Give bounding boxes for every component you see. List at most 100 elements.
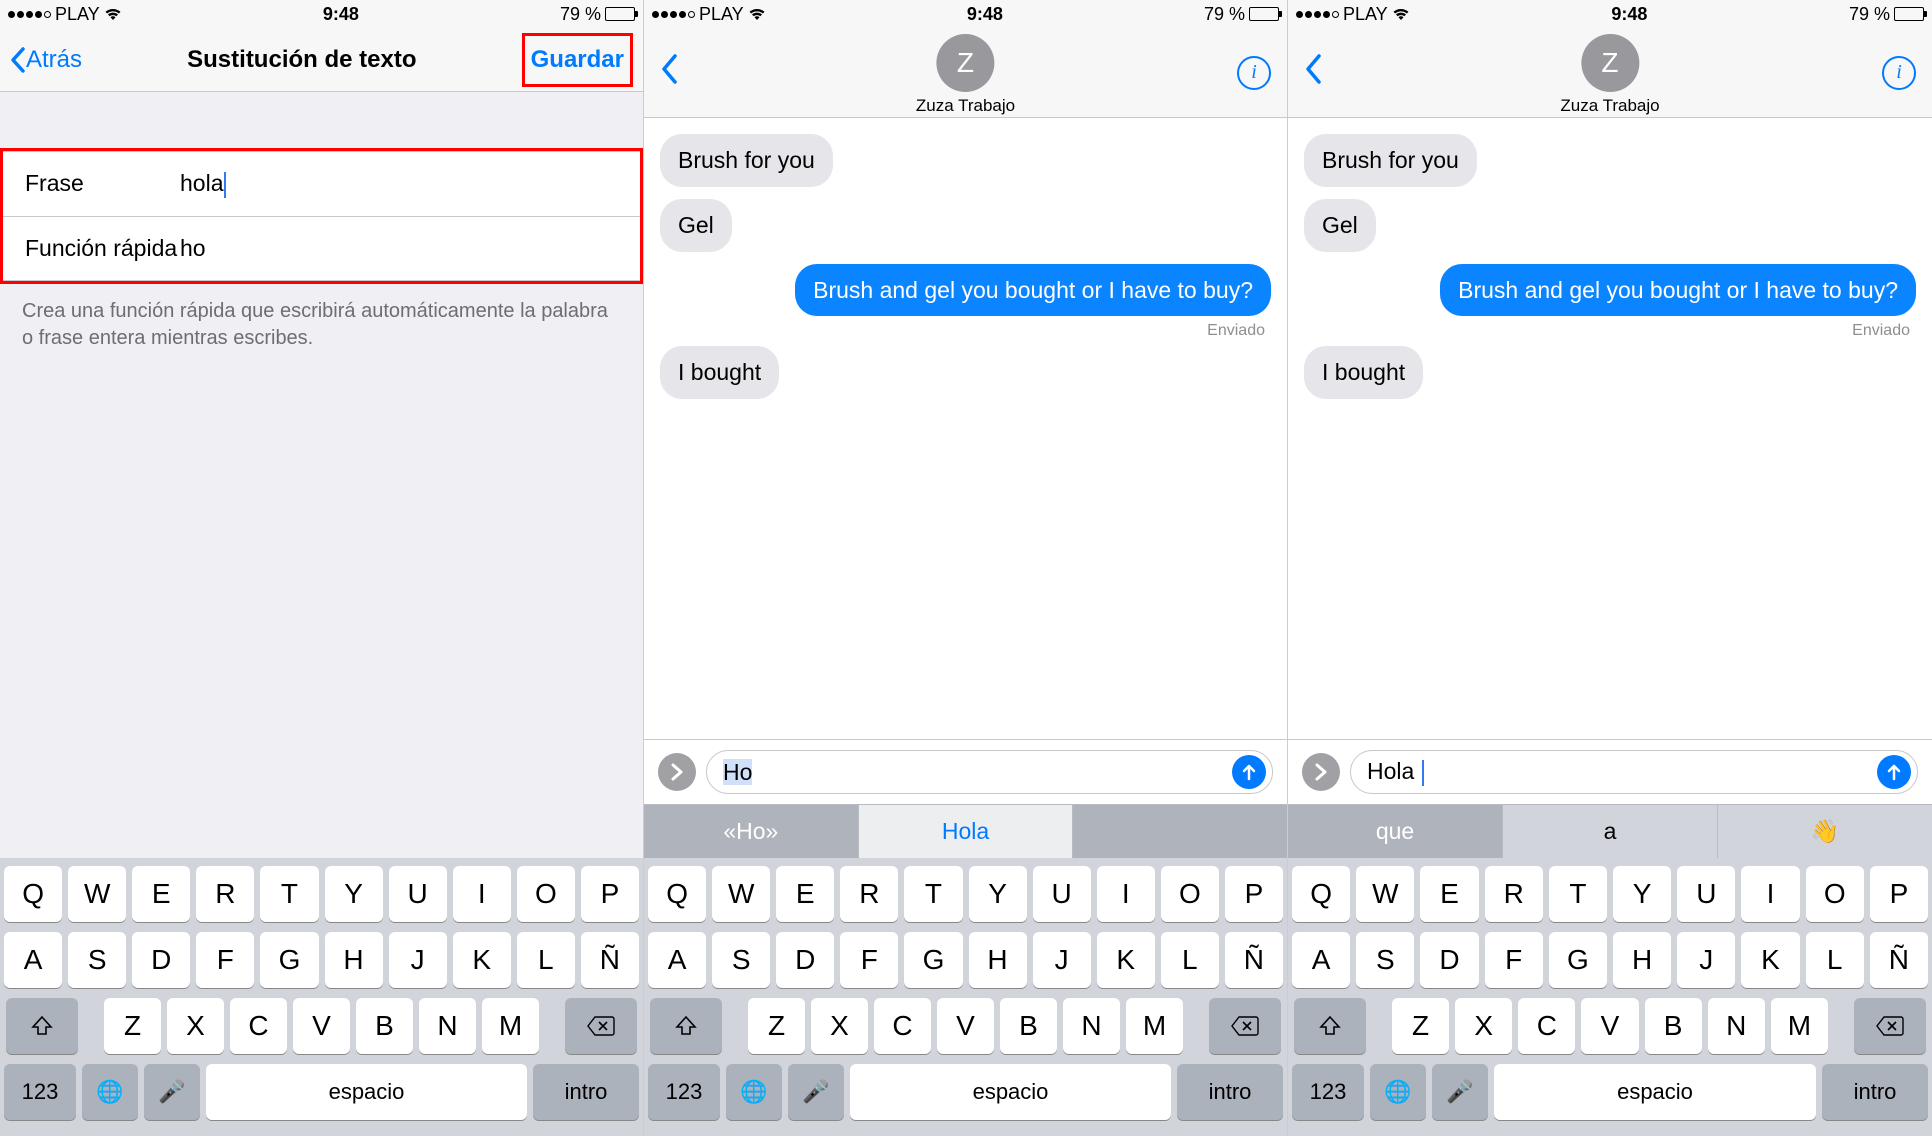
key-b[interactable]: B bbox=[356, 998, 413, 1054]
enter-key[interactable]: intro bbox=[533, 1064, 639, 1120]
key-v[interactable]: V bbox=[937, 998, 994, 1054]
message-out[interactable]: Brush and gel you bought or I have to bu… bbox=[1440, 264, 1916, 317]
key-g[interactable]: G bbox=[1549, 932, 1607, 988]
numbers-key[interactable]: 123 bbox=[648, 1064, 720, 1120]
key-r[interactable]: R bbox=[1485, 866, 1543, 922]
key-b[interactable]: B bbox=[1000, 998, 1057, 1054]
globe-key[interactable]: 🌐 bbox=[1370, 1064, 1426, 1120]
message-out[interactable]: Brush and gel you bought or I have to bu… bbox=[795, 264, 1271, 317]
key-c[interactable]: C bbox=[874, 998, 931, 1054]
key-z[interactable]: Z bbox=[1392, 998, 1449, 1054]
message-input[interactable]: Hola bbox=[1350, 750, 1918, 794]
key-h[interactable]: H bbox=[969, 932, 1027, 988]
space-key[interactable]: espacio bbox=[1494, 1064, 1816, 1120]
key-l[interactable]: L bbox=[517, 932, 575, 988]
key-w[interactable]: W bbox=[712, 866, 770, 922]
expand-button[interactable] bbox=[658, 753, 696, 791]
key-c[interactable]: C bbox=[230, 998, 287, 1054]
backspace-key[interactable] bbox=[1209, 998, 1281, 1054]
key-y[interactable]: Y bbox=[969, 866, 1027, 922]
key-o[interactable]: O bbox=[517, 866, 575, 922]
key-d[interactable]: D bbox=[1420, 932, 1478, 988]
message-in[interactable]: I bought bbox=[1304, 346, 1423, 399]
key-a[interactable]: A bbox=[1292, 932, 1350, 988]
save-button[interactable]: Guardar bbox=[531, 46, 624, 73]
key-n[interactable]: N bbox=[419, 998, 476, 1054]
key-x[interactable]: X bbox=[1455, 998, 1512, 1054]
key-b[interactable]: B bbox=[1645, 998, 1702, 1054]
message-in[interactable]: Brush for you bbox=[1304, 134, 1477, 187]
key-i[interactable]: I bbox=[1741, 866, 1799, 922]
key-r[interactable]: R bbox=[840, 866, 898, 922]
key-j[interactable]: J bbox=[1677, 932, 1735, 988]
suggestion-3[interactable]: 👋 bbox=[1718, 805, 1932, 858]
mic-key[interactable]: 🎤 bbox=[1432, 1064, 1488, 1120]
key-q[interactable]: Q bbox=[1292, 866, 1350, 922]
key-h[interactable]: H bbox=[1613, 932, 1671, 988]
info-button[interactable]: i bbox=[1882, 56, 1916, 90]
info-button[interactable]: i bbox=[1237, 56, 1271, 90]
key-n[interactable]: N bbox=[1063, 998, 1120, 1054]
contact-header[interactable]: Z Zuza Trabajo bbox=[916, 34, 1015, 116]
key-m[interactable]: M bbox=[482, 998, 539, 1054]
key-z[interactable]: Z bbox=[104, 998, 161, 1054]
key-l[interactable]: L bbox=[1806, 932, 1864, 988]
key-y[interactable]: Y bbox=[325, 866, 383, 922]
key-a[interactable]: A bbox=[4, 932, 62, 988]
phrase-row[interactable]: Frase hola bbox=[3, 151, 640, 217]
backspace-key[interactable] bbox=[1854, 998, 1926, 1054]
send-button[interactable] bbox=[1877, 755, 1911, 789]
mic-key[interactable]: 🎤 bbox=[788, 1064, 844, 1120]
back-button[interactable]: Atrás bbox=[10, 46, 82, 74]
key-n[interactable]: N bbox=[1708, 998, 1765, 1054]
suggestion-1[interactable]: «Ho» bbox=[644, 805, 859, 858]
key-r[interactable]: R bbox=[196, 866, 254, 922]
suggestion-2[interactable]: Hola bbox=[859, 805, 1074, 858]
key-p[interactable]: P bbox=[581, 866, 639, 922]
key-t[interactable]: T bbox=[260, 866, 318, 922]
key-a[interactable]: A bbox=[648, 932, 706, 988]
key-k[interactable]: K bbox=[1741, 932, 1799, 988]
numbers-key[interactable]: 123 bbox=[4, 1064, 76, 1120]
key-j[interactable]: J bbox=[1033, 932, 1091, 988]
key-x[interactable]: X bbox=[811, 998, 868, 1054]
key-s[interactable]: S bbox=[1356, 932, 1414, 988]
shortcut-row[interactable]: Función rápida ho bbox=[3, 217, 640, 281]
key-ñ[interactable]: Ñ bbox=[581, 932, 639, 988]
suggestion-2[interactable]: a bbox=[1503, 805, 1718, 858]
key-y[interactable]: Y bbox=[1613, 866, 1671, 922]
key-l[interactable]: L bbox=[1161, 932, 1219, 988]
key-e[interactable]: E bbox=[776, 866, 834, 922]
key-f[interactable]: F bbox=[1485, 932, 1543, 988]
space-key[interactable]: espacio bbox=[850, 1064, 1171, 1120]
key-f[interactable]: F bbox=[196, 932, 254, 988]
key-h[interactable]: H bbox=[325, 932, 383, 988]
key-ñ[interactable]: Ñ bbox=[1870, 932, 1928, 988]
key-m[interactable]: M bbox=[1126, 998, 1183, 1054]
key-f[interactable]: F bbox=[840, 932, 898, 988]
message-in[interactable]: Gel bbox=[660, 199, 732, 252]
key-m[interactable]: M bbox=[1771, 998, 1828, 1054]
shift-key[interactable] bbox=[6, 998, 78, 1054]
key-s[interactable]: S bbox=[68, 932, 126, 988]
key-g[interactable]: G bbox=[904, 932, 962, 988]
key-p[interactable]: P bbox=[1870, 866, 1928, 922]
message-input[interactable]: Ho bbox=[706, 750, 1273, 794]
key-o[interactable]: O bbox=[1161, 866, 1219, 922]
key-c[interactable]: C bbox=[1518, 998, 1575, 1054]
key-q[interactable]: Q bbox=[4, 866, 62, 922]
key-z[interactable]: Z bbox=[748, 998, 805, 1054]
send-button[interactable] bbox=[1232, 755, 1266, 789]
shift-key[interactable] bbox=[1294, 998, 1366, 1054]
message-in[interactable]: I bought bbox=[660, 346, 779, 399]
key-d[interactable]: D bbox=[132, 932, 190, 988]
globe-key[interactable]: 🌐 bbox=[82, 1064, 138, 1120]
key-w[interactable]: W bbox=[68, 866, 126, 922]
key-t[interactable]: T bbox=[904, 866, 962, 922]
message-in[interactable]: Gel bbox=[1304, 199, 1376, 252]
message-in[interactable]: Brush for you bbox=[660, 134, 833, 187]
key-d[interactable]: D bbox=[776, 932, 834, 988]
key-x[interactable]: X bbox=[167, 998, 224, 1054]
key-s[interactable]: S bbox=[712, 932, 770, 988]
numbers-key[interactable]: 123 bbox=[1292, 1064, 1364, 1120]
